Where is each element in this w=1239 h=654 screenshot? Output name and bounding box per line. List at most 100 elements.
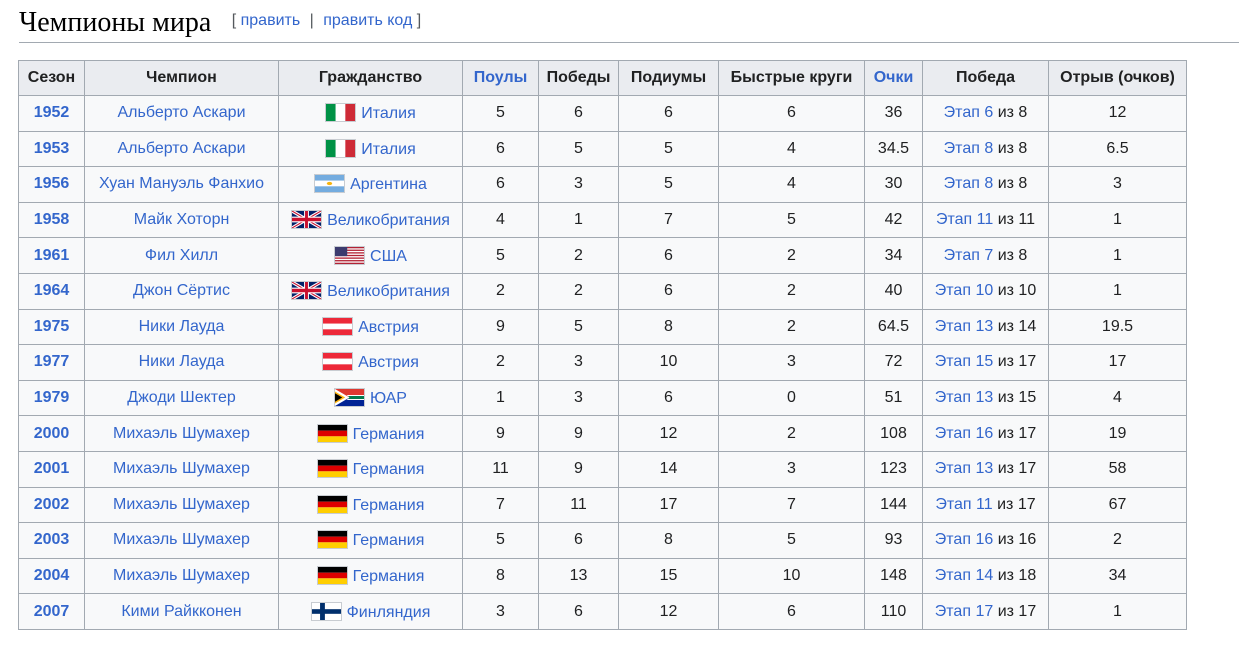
season-link[interactable]: 1979 (18, 379, 85, 417)
header-nationality: Гражданство (278, 60, 463, 96)
points-cell: 36 (864, 95, 923, 132)
champion-link[interactable]: Михаэль Шумахер (84, 450, 279, 488)
stage-link[interactable]: Этап 13 (935, 318, 993, 335)
nationality-link[interactable]: Аргентина (350, 176, 427, 193)
wins-cell: 9 (538, 415, 619, 452)
nationality-link[interactable]: Германия (353, 497, 425, 514)
poles-cell: 7 (462, 486, 539, 524)
stage-link[interactable]: Этап 17 (935, 603, 993, 620)
edit-link[interactable]: править (241, 12, 301, 29)
nationality-cell: Италия (278, 95, 463, 132)
germany-flag-icon (316, 423, 348, 443)
nationality-link[interactable]: Великобритания (327, 212, 450, 229)
total-rounds: 8 (1018, 104, 1028, 122)
champion-link[interactable]: Альберто Аскари (84, 95, 279, 132)
stage-link[interactable]: Этап 16 (935, 425, 993, 442)
fastest-laps-cell: 3 (718, 450, 865, 488)
points-cell: 108 (864, 415, 923, 452)
poles-cell: 5 (462, 95, 539, 132)
nationality-link[interactable]: Германия (353, 568, 425, 585)
season-link[interactable]: 2004 (18, 557, 85, 595)
nationality-link[interactable]: Финляндия (347, 604, 431, 621)
nationality-link[interactable]: США (370, 248, 407, 265)
season-link[interactable]: 1956 (18, 166, 85, 203)
champion-link[interactable]: Майк Хоторн (84, 201, 279, 239)
champion-link[interactable]: Михаэль Шумахер (84, 557, 279, 595)
fastest-laps-cell: 4 (718, 130, 865, 168)
nationality-cell: Великобритания (278, 272, 463, 310)
champion-link[interactable]: Фил Хилл (84, 237, 279, 274)
champion-link[interactable]: Михаэль Шумахер (84, 522, 279, 559)
season-link[interactable]: 2000 (18, 415, 85, 452)
champion-link[interactable]: Кими Райкконен (84, 593, 279, 630)
fastest-laps-cell: 2 (718, 237, 865, 274)
stage-link[interactable]: Этап 8 (944, 140, 994, 157)
season-link[interactable]: 2003 (18, 522, 85, 559)
nationality-link[interactable]: Австрия (358, 319, 419, 336)
points-cell: 148 (864, 557, 923, 595)
champion-link[interactable]: Ники Лауда (84, 344, 279, 381)
nationality-link[interactable]: ЮАР (370, 390, 407, 407)
poles-cell: 5 (462, 522, 539, 559)
header-poles-link[interactable]: Поулы (462, 60, 539, 96)
points-cell: 34.5 (864, 130, 923, 168)
season-link[interactable]: 1977 (18, 344, 85, 381)
season-link[interactable]: 1958 (18, 201, 85, 239)
stage-link[interactable]: Этап 16 (935, 531, 993, 548)
season-link[interactable]: 1975 (18, 308, 85, 346)
margin-cell: 19 (1048, 415, 1187, 452)
season-link[interactable]: 2007 (18, 593, 85, 630)
stage-link[interactable]: Этап 8 (944, 175, 994, 192)
nationality-link[interactable]: Германия (353, 426, 425, 443)
podiums-cell: 6 (618, 237, 719, 274)
podiums-cell: 8 (618, 522, 719, 559)
stage-link[interactable]: Этап 14 (935, 567, 993, 584)
season-link[interactable]: 2002 (18, 486, 85, 524)
champion-link[interactable]: Михаэль Шумахер (84, 415, 279, 452)
nationality-cell: Великобритания (278, 201, 463, 239)
margin-cell: 58 (1048, 450, 1187, 488)
of-word: из (997, 460, 1014, 478)
nationality-link[interactable]: Германия (353, 532, 425, 549)
stage-link[interactable]: Этап 6 (944, 104, 994, 121)
stage-link[interactable]: Этап 11 (935, 496, 992, 513)
season-link[interactable]: 1952 (18, 95, 85, 132)
champion-link[interactable]: Ники Лауда (84, 308, 279, 346)
total-rounds: 8 (1018, 175, 1028, 193)
nationality-link[interactable]: Австрия (358, 354, 419, 371)
stage-link[interactable]: Этап 13 (935, 460, 993, 477)
section-heading: Чемпионы мира [ править | править код ] (19, 4, 1239, 43)
champion-link[interactable]: Джон Сёртис (84, 272, 279, 310)
nationality-link[interactable]: Италия (361, 105, 415, 122)
points-cell: 144 (864, 486, 923, 524)
stage-link[interactable]: Этап 7 (944, 247, 994, 264)
nationality-link[interactable]: Германия (353, 461, 425, 478)
points-cell: 30 (864, 166, 923, 203)
finland-flag-icon (310, 601, 342, 621)
wins-cell: 6 (538, 95, 619, 132)
of-word: из (997, 211, 1014, 229)
champion-link[interactable]: Михаэль Шумахер (84, 486, 279, 524)
total-rounds: 8 (1018, 246, 1028, 264)
clinch-cell: Этап 17 из 17 (922, 593, 1049, 630)
fastest-laps-cell: 5 (718, 201, 865, 239)
header-row: Сезон Чемпион Гражданство Поулы Победы П… (18, 60, 1187, 96)
of-word: из (997, 602, 1014, 620)
points-cell: 72 (864, 344, 923, 381)
nationality-link[interactable]: Италия (361, 141, 415, 158)
header-points-link[interactable]: Очки (864, 60, 923, 96)
edit-code-link[interactable]: править код (323, 12, 412, 29)
champion-link[interactable]: Джоди Шектер (84, 379, 279, 417)
season-link[interactable]: 1964 (18, 272, 85, 310)
nationality-link[interactable]: Великобритания (327, 283, 450, 300)
stage-link[interactable]: Этап 11 (936, 211, 993, 228)
stage-link[interactable]: Этап 10 (935, 282, 993, 299)
nationality-cell: США (278, 237, 463, 274)
stage-link[interactable]: Этап 15 (935, 353, 993, 370)
season-link[interactable]: 1953 (18, 130, 85, 168)
champion-link[interactable]: Альберто Аскари (84, 130, 279, 168)
season-link[interactable]: 2001 (18, 450, 85, 488)
champion-link[interactable]: Хуан Мануэль Фанхио (84, 166, 279, 203)
season-link[interactable]: 1961 (18, 237, 85, 274)
stage-link[interactable]: Этап 13 (935, 389, 993, 406)
